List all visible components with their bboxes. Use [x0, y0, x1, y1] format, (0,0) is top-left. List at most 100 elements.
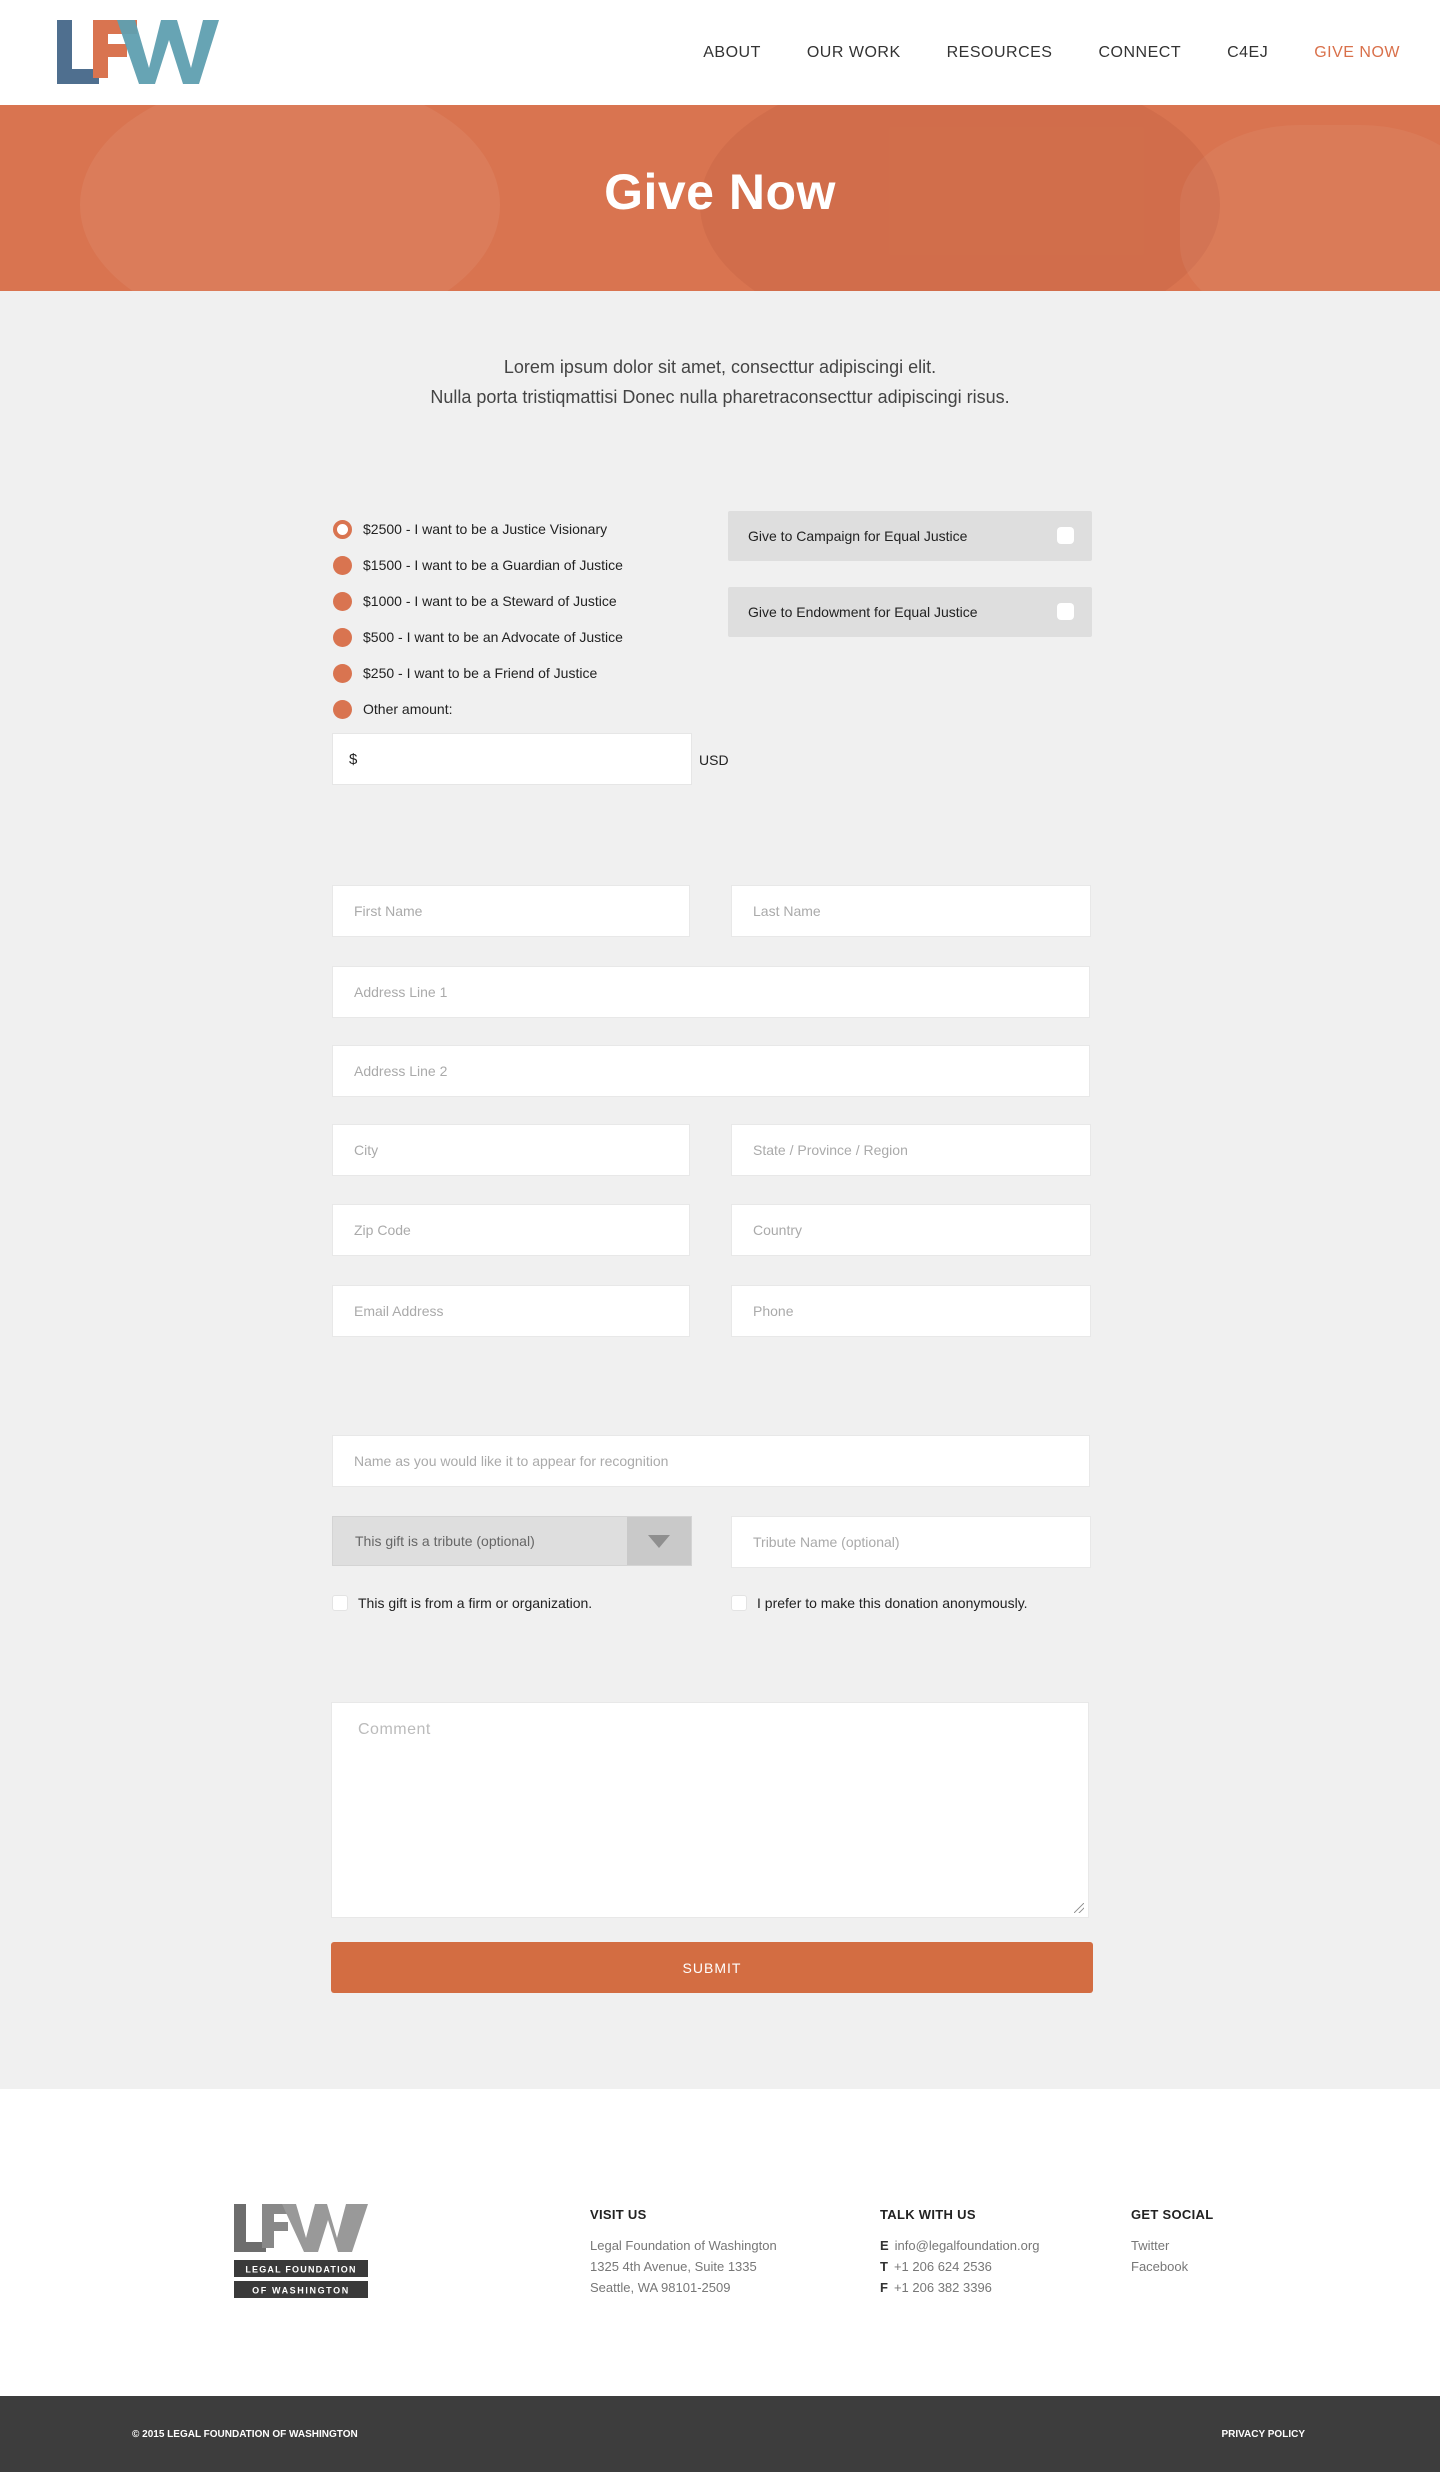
- radio-button[interactable]: [333, 591, 352, 611]
- footer-heading: TALK WITH US: [880, 2207, 976, 2222]
- tribute-select[interactable]: This gift is a tribute (optional): [332, 1516, 692, 1566]
- fund-option-label: Give to Endowment for Equal Justice: [748, 604, 978, 620]
- nav-give-now[interactable]: GIVE NOW: [1314, 44, 1400, 62]
- privacy-policy-link[interactable]: PRIVACY POLICY: [1221, 2429, 1305, 2440]
- radio-button[interactable]: [333, 699, 352, 719]
- nav-about[interactable]: ABOUT: [703, 44, 761, 62]
- footer-talk-column: TALK WITH US Einfo@legalfoundation.org T…: [880, 2204, 1039, 2298]
- footer-visit-column: VISIT US Legal Foundation of Washington …: [590, 2204, 777, 2298]
- email-field[interactable]: Email Address: [332, 1285, 690, 1337]
- dropdown-arrow-icon[interactable]: [627, 1517, 691, 1565]
- placeholder-text: City: [354, 1142, 379, 1158]
- site-footer: LEGAL FOUNDATION OF WASHINGTON VISIT US …: [0, 2089, 1440, 2396]
- radio-button[interactable]: [333, 555, 352, 575]
- copyright-text: © 2015 LEGAL FOUNDATION OF WASHINGTON: [132, 2429, 358, 2440]
- contact-phone[interactable]: T +1 206 624 2536: [880, 2256, 1039, 2277]
- placeholder-text: Name as you would like it to appear for …: [354, 1453, 669, 1469]
- placeholder-text: Address Line 1: [354, 984, 448, 1000]
- donation-option[interactable]: $250 - I want to be a Friend of Justice: [333, 655, 713, 691]
- radio-button[interactable]: [333, 519, 352, 539]
- submit-button[interactable]: SUBMIT: [331, 1942, 1093, 1993]
- footer-heading: GET SOCIAL: [1131, 2207, 1214, 2222]
- donation-option[interactable]: $1500 - I want to be a Guardian of Justi…: [333, 547, 713, 583]
- currency-label: USD: [699, 752, 729, 768]
- anonymous-checkbox[interactable]: [731, 1595, 747, 1611]
- footer-social-column: GET SOCIAL Twitter Facebook: [1131, 2204, 1213, 2277]
- donation-option-label: $500 - I want to be an Advocate of Justi…: [363, 629, 623, 645]
- intro-line: Lorem ipsum dolor sit amet, consecttur a…: [503, 357, 937, 377]
- donation-option-label: $1000 - I want to be a Steward of Justic…: [363, 593, 617, 609]
- donation-option-label: Other amount:: [363, 701, 453, 717]
- phone-field[interactable]: Phone: [731, 1285, 1091, 1337]
- contact-value: +1 206 382 3396: [893, 2280, 992, 2295]
- site-header: ABOUT OUR WORK RESOURCES CONNECT C4EJ GI…: [0, 0, 1440, 105]
- intro-line: Nulla porta tristiqmattisi Donec nulla p…: [430, 387, 1010, 407]
- footer-logo-line: OF WASHINGTON: [252, 2286, 350, 2296]
- radio-button[interactable]: [333, 663, 352, 683]
- lfw-logo[interactable]: [57, 20, 219, 84]
- tribute-name-field[interactable]: Tribute Name (optional): [731, 1516, 1091, 1568]
- placeholder-text: Comment: [358, 1721, 431, 1738]
- placeholder-text: Zip Code: [354, 1222, 411, 1238]
- firm-checkbox-row[interactable]: This gift is from a firm or organization…: [332, 1595, 592, 1611]
- first-name-field[interactable]: First Name: [332, 885, 690, 937]
- placeholder-text: First Name: [354, 903, 423, 919]
- nav-our-work[interactable]: OUR WORK: [807, 44, 901, 62]
- page-title: Give Now: [604, 164, 836, 220]
- address-line: Seattle, WA 98101-2509: [590, 2280, 731, 2295]
- radio-button[interactable]: [333, 627, 352, 647]
- country-field[interactable]: Country: [731, 1204, 1091, 1256]
- nav-connect[interactable]: CONNECT: [1098, 44, 1181, 62]
- placeholder-text: Address Line 2: [354, 1063, 448, 1079]
- address-line-1-field[interactable]: Address Line 1: [332, 966, 1090, 1018]
- anonymous-checkbox-label: I prefer to make this donation anonymous…: [757, 1595, 1028, 1611]
- contact-label: F: [880, 2280, 888, 2295]
- bottom-bar: © 2015 LEGAL FOUNDATION OF WASHINGTON PR…: [0, 2396, 1440, 2472]
- donation-option[interactable]: $1000 - I want to be a Steward of Justic…: [333, 583, 713, 619]
- social-link-twitter[interactable]: Twitter: [1131, 2235, 1213, 2256]
- nav-resources[interactable]: RESOURCES: [947, 44, 1053, 62]
- zip-code-field[interactable]: Zip Code: [332, 1204, 690, 1256]
- placeholder-text: Last Name: [753, 903, 821, 919]
- address-line: 1325 4th Avenue, Suite 1335: [590, 2259, 757, 2274]
- state-field[interactable]: State / Province / Region: [731, 1124, 1091, 1176]
- social-link-facebook[interactable]: Facebook: [1131, 2256, 1213, 2277]
- footer-logo-line: LEGAL FOUNDATION: [245, 2265, 356, 2275]
- placeholder-text: Phone: [753, 1303, 794, 1319]
- donation-option[interactable]: $2500 - I want to be a Justice Visionary: [333, 511, 713, 547]
- fund-option-endowment[interactable]: Give to Endowment for Equal Justice: [728, 587, 1092, 637]
- footer-logo[interactable]: LEGAL FOUNDATION OF WASHINGTON: [234, 2204, 368, 2300]
- anonymous-checkbox-row[interactable]: I prefer to make this donation anonymous…: [731, 1595, 1028, 1611]
- firm-checkbox[interactable]: [332, 1595, 348, 1611]
- other-amount-input[interactable]: $: [332, 733, 692, 785]
- address-line-2-field[interactable]: Address Line 2: [332, 1045, 1090, 1097]
- fund-option-campaign[interactable]: Give to Campaign for Equal Justice: [728, 511, 1092, 561]
- contact-label: T: [880, 2259, 888, 2274]
- placeholder-text: Email Address: [354, 1303, 444, 1319]
- placeholder-text: State / Province / Region: [753, 1142, 908, 1158]
- contact-value: +1 206 624 2536: [893, 2259, 992, 2274]
- donation-level-group: $2500 - I want to be a Justice Visionary…: [333, 511, 713, 727]
- comment-textarea[interactable]: Comment: [331, 1702, 1089, 1918]
- donation-option[interactable]: $500 - I want to be an Advocate of Justi…: [333, 619, 713, 655]
- recognition-name-field[interactable]: Name as you would like it to appear for …: [332, 1435, 1090, 1487]
- placeholder-text: Country: [753, 1222, 803, 1238]
- city-field[interactable]: City: [332, 1124, 690, 1176]
- address-line: Legal Foundation of Washington: [590, 2238, 777, 2253]
- contact-email[interactable]: Einfo@legalfoundation.org: [880, 2235, 1039, 2256]
- firm-checkbox-label: This gift is from a firm or organization…: [358, 1595, 593, 1611]
- contact-value: info@legalfoundation.org: [894, 2238, 1040, 2253]
- fund-checkbox[interactable]: [1057, 527, 1074, 544]
- fund-option-label: Give to Campaign for Equal Justice: [748, 528, 968, 544]
- footer-heading: VISIT US: [590, 2207, 647, 2222]
- donation-option-label: $2500 - I want to be a Justice Visionary: [363, 521, 608, 537]
- last-name-field[interactable]: Last Name: [731, 885, 1091, 937]
- donation-option-label: $250 - I want to be a Friend of Justice: [363, 665, 598, 681]
- nav-c4ej[interactable]: C4EJ: [1227, 44, 1268, 62]
- resize-handle-icon[interactable]: [1074, 1903, 1084, 1913]
- contact-label: E: [880, 2238, 889, 2253]
- select-value: This gift is a tribute (optional): [355, 1533, 535, 1549]
- hero-banner: Give Now: [0, 105, 1440, 291]
- fund-checkbox[interactable]: [1057, 603, 1074, 620]
- donation-option[interactable]: Other amount:: [333, 691, 713, 727]
